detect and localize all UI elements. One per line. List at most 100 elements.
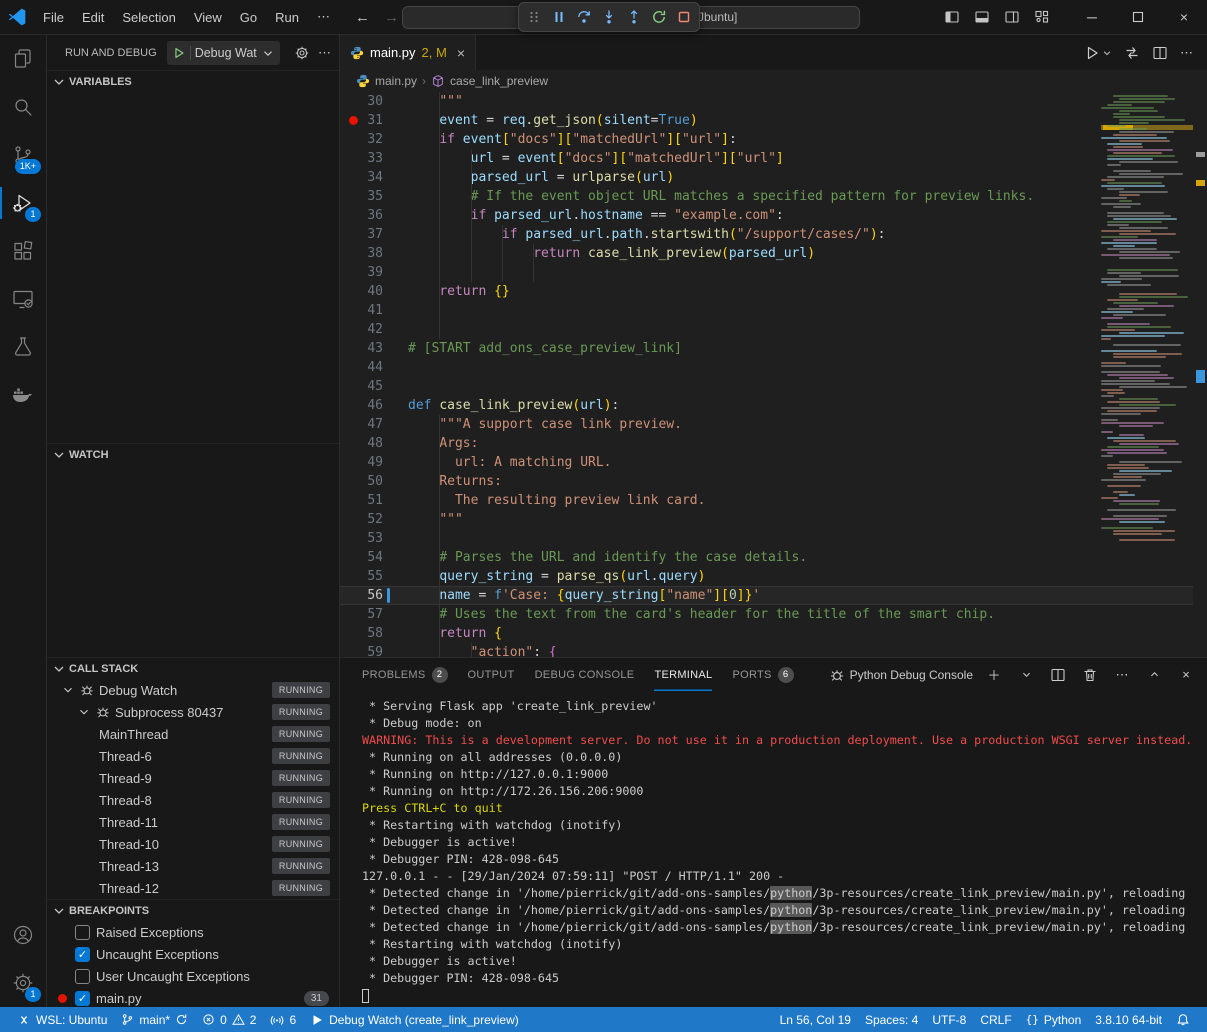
callstack-item[interactable]: Thread-8 RUNNING (47, 789, 339, 811)
gripper-icon[interactable] (522, 5, 546, 29)
line-number-gutter[interactable]: 44 (340, 358, 408, 377)
callstack-item[interactable]: Thread-12 RUNNING (47, 877, 339, 899)
panel-tab-ports[interactable]: PORTS 6 (732, 658, 793, 691)
code-line[interactable]: 44 (340, 358, 1207, 377)
activitybar-testing[interactable] (0, 323, 46, 371)
panel-tab-problems[interactable]: PROBLEMS 2 (362, 658, 448, 691)
breadcrumb-file[interactable]: main.py (375, 74, 417, 88)
toggle-panel-icon[interactable] (969, 4, 995, 30)
code-line[interactable]: 46 def case_link_preview(url): (340, 396, 1207, 415)
line-number-gutter[interactable]: 33 (340, 149, 408, 168)
line-number-gutter[interactable]: 58 (340, 624, 408, 643)
callstack-section-header[interactable]: CALL STACK (47, 657, 339, 679)
line-number-gutter[interactable]: 56 (340, 586, 408, 605)
step-out-icon[interactable] (622, 5, 646, 29)
more-actions-icon[interactable]: ⋯ (318, 45, 331, 61)
callstack-item[interactable]: Debug Watch RUNNING (47, 679, 339, 701)
checkbox[interactable]: ✓ (75, 947, 90, 962)
activitybar-source-control[interactable]: 1K+ (0, 131, 46, 179)
code-line[interactable]: 47 """A support case link preview. (340, 415, 1207, 434)
statusbar-debug-session[interactable]: Debug Watch (create_link_preview) (303, 1007, 526, 1032)
line-number-gutter[interactable]: 47 (340, 415, 408, 434)
customize-layout-icon[interactable] (1029, 4, 1055, 30)
statusbar-remote-indicator[interactable]: WSL: Ubuntu (10, 1007, 114, 1032)
line-number-gutter[interactable]: 38 (340, 244, 408, 263)
code-line[interactable]: 53 (340, 529, 1207, 548)
statusbar-encoding[interactable]: UTF-8 (925, 1007, 973, 1032)
nav-back-icon[interactable]: ← (355, 9, 370, 26)
breakpoint-item[interactable]: Raised Exceptions (47, 921, 339, 943)
statusbar-cursor-position[interactable]: Ln 56, Col 19 (773, 1007, 858, 1032)
callstack-item[interactable]: Thread-11 RUNNING (47, 811, 339, 833)
line-number-gutter[interactable]: 32 (340, 130, 408, 149)
panel-tab-output[interactable]: OUTPUT (468, 658, 515, 691)
activitybar-explorer[interactable] (0, 35, 46, 83)
line-number-gutter[interactable]: 41 (340, 301, 408, 320)
checkbox[interactable]: ✓ (75, 991, 90, 1006)
code-line[interactable]: 49 url: A matching URL. (340, 453, 1207, 472)
line-number-gutter[interactable]: 54 (340, 548, 408, 567)
activitybar-settings[interactable]: 1 (0, 959, 46, 1007)
chevron-down-icon[interactable] (1015, 664, 1037, 686)
panel-tab-terminal[interactable]: TERMINAL (654, 658, 712, 691)
callstack-item[interactable]: Subprocess 80437 RUNNING (47, 701, 339, 723)
line-number-gutter[interactable]: 30 (340, 92, 408, 111)
code-line[interactable]: 45 (340, 377, 1207, 396)
code-line[interactable]: 50 Returns: (340, 472, 1207, 491)
pause-icon[interactable] (547, 5, 571, 29)
run-python-file-button[interactable] (1084, 45, 1112, 61)
menu-selection[interactable]: Selection (113, 6, 184, 29)
line-number-gutter[interactable]: 55 (340, 567, 408, 586)
statusbar-notifications[interactable] (1169, 1007, 1197, 1032)
split-editor-icon[interactable] (1152, 45, 1168, 61)
statusbar-forwarded-ports[interactable]: 6 (263, 1007, 303, 1032)
restart-icon[interactable] (647, 5, 671, 29)
code-line[interactable]: 42 (340, 320, 1207, 339)
menu-file[interactable]: File (34, 6, 73, 29)
panel-tab-debug-console[interactable]: DEBUG CONSOLE (535, 658, 635, 691)
code-line[interactable]: 55 query_string = parse_qs(url.query) (340, 567, 1207, 586)
step-over-icon[interactable] (572, 5, 596, 29)
line-number-gutter[interactable]: 34 (340, 168, 408, 187)
split-terminal-icon[interactable] (1047, 664, 1069, 686)
statusbar-eol-sequence[interactable]: CRLF (973, 1007, 1018, 1032)
debug-settings-gear-icon[interactable] (294, 45, 310, 61)
statusbar-language-mode[interactable]: {}Python (1019, 1007, 1089, 1032)
checkbox[interactable] (75, 969, 90, 984)
menu-more[interactable]: ⋯ (308, 5, 339, 29)
code-editor[interactable]: 30 """ 31 event = req.get_json(silent=Tr… (340, 92, 1207, 657)
code-line[interactable]: 41 (340, 301, 1207, 320)
more-actions-icon[interactable]: ⋯ (1111, 664, 1133, 686)
activitybar-search[interactable] (0, 83, 46, 131)
line-number-gutter[interactable]: 59 (340, 643, 408, 657)
minimap[interactable] (1101, 92, 1193, 657)
code-line[interactable]: 37 if parsed_url.path.startswith("/suppo… (340, 225, 1207, 244)
activitybar-extensions[interactable] (0, 227, 46, 275)
code-line[interactable]: 36 if parsed_url.hostname == "example.co… (340, 206, 1207, 225)
menu-view[interactable]: View (185, 6, 231, 29)
code-line[interactable]: 43 # [START add_ons_case_preview_link] (340, 339, 1207, 358)
more-actions-icon[interactable]: ⋯ (1180, 45, 1193, 61)
statusbar-indentation[interactable]: Spaces: 4 (858, 1007, 925, 1032)
step-into-icon[interactable] (597, 5, 621, 29)
breakpoint-item[interactable]: User Uncaught Exceptions (47, 965, 339, 987)
breakpoint-dot-icon[interactable] (349, 116, 358, 125)
line-number-gutter[interactable]: 36 (340, 206, 408, 225)
code-line[interactable]: 35 # If the event object URL matches a s… (340, 187, 1207, 206)
line-number-gutter[interactable]: 39 (340, 263, 408, 282)
watch-section-header[interactable]: WATCH (47, 443, 339, 465)
breakpoint-item[interactable]: ✓ Uncaught Exceptions (47, 943, 339, 965)
line-number-gutter[interactable]: 42 (340, 320, 408, 339)
line-number-gutter[interactable]: 52 (340, 510, 408, 529)
new-terminal-icon[interactable]: ＋ (983, 664, 1005, 686)
statusbar-git-branch[interactable]: main* (114, 1007, 195, 1032)
maximize-panel-icon[interactable] (1143, 664, 1165, 686)
breakpoints-section-header[interactable]: BREAKPOINTS (47, 899, 339, 921)
variables-section-header[interactable]: VARIABLES (47, 70, 339, 92)
line-number-gutter[interactable]: 45 (340, 377, 408, 396)
menu-run[interactable]: Run (266, 6, 308, 29)
minimize-button[interactable]: ─ (1069, 0, 1115, 34)
line-number-gutter[interactable]: 37 (340, 225, 408, 244)
checkbox[interactable] (75, 925, 90, 940)
menu-edit[interactable]: Edit (73, 6, 113, 29)
